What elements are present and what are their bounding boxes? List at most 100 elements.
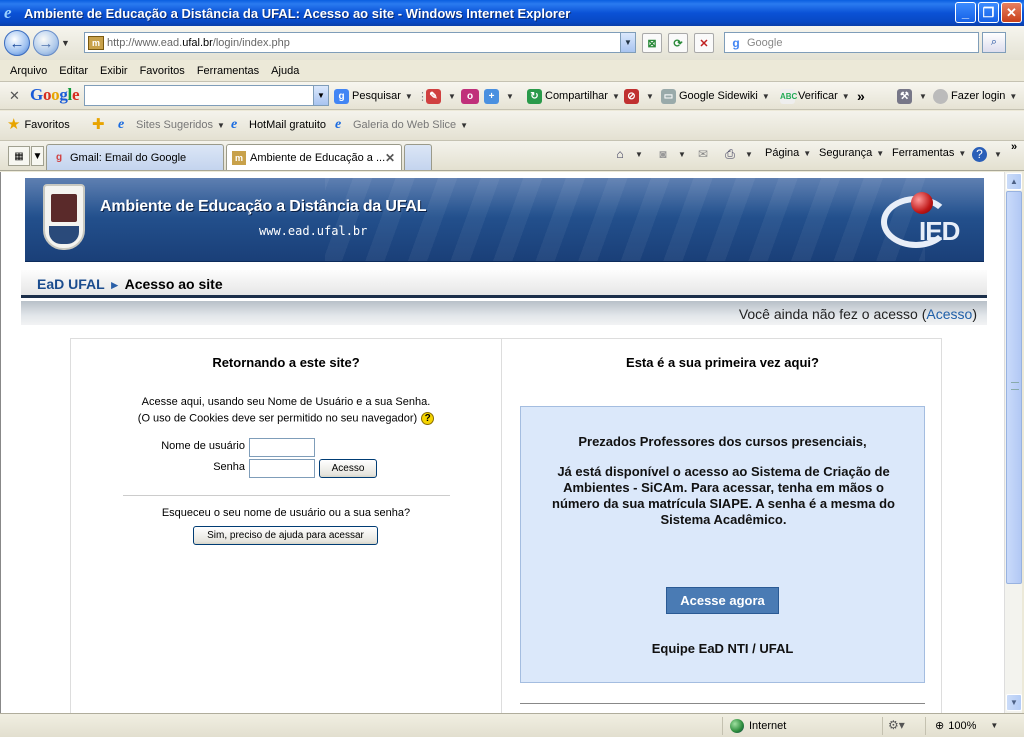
scroll-up-icon[interactable]: ▲ [1006,173,1022,190]
plus-icon: + [484,88,499,104]
internet-zone-icon [730,719,744,733]
breadcrumb-current: Acesso ao site [124,276,223,292]
close-toolbar-icon[interactable]: ✕ [9,88,20,104]
help-menu[interactable]: ? ▼ [972,147,1002,162]
ie-page-icon: e [118,117,125,132]
acesse-agora-button[interactable]: Acesse agora [666,587,779,614]
favorite-sites-sugeridos[interactable]: e Sites Sugeridos ▼ [118,118,225,132]
favorites-star-icon: ★ [7,116,21,133]
sidewiki-button[interactable]: ▭ Google Sidewiki ▼ [661,87,770,105]
favorites-button[interactable]: ★ Favoritos [7,116,70,133]
add-favorite-button[interactable]: ✚ [92,117,109,132]
command-overflow-button[interactable]: » [1011,141,1017,153]
scroll-down-icon[interactable]: ▼ [1006,694,1022,711]
menu-favoritos[interactable]: Favoritos [134,65,191,77]
menu-editar[interactable]: Editar [53,65,94,77]
menu-ajuda[interactable]: Ajuda [265,65,305,77]
search-input[interactable]: g Google [724,32,979,53]
returning-heading: Retornando a este site? [212,355,360,370]
user-icon [933,88,948,104]
tab-ambiente[interactable]: m Ambiente de Educação a ... ✕ [226,144,402,170]
google-favicon-icon: g [55,151,63,163]
google-search-dropdown-icon[interactable]: ▼ [313,86,328,105]
address-dropdown-icon[interactable]: ▼ [620,33,635,52]
maximize-button[interactable]: ❐ [978,2,999,23]
close-button[interactable]: ✕ [1001,2,1022,23]
search-go-button[interactable]: ⌕ [982,32,1006,53]
login-button[interactable]: Acesso [319,459,377,478]
quick-tabs-button[interactable]: ▦ [8,146,30,166]
menu-exibir[interactable]: Exibir [94,65,134,77]
scroll-thumb[interactable] [1006,191,1022,584]
sidewiki-icon: ▭ [661,88,676,104]
bookmark-button[interactable]: ✎ ▼ [426,87,456,105]
ferramentas-menu[interactable]: Ferramentas ▼ [892,147,966,159]
feeds-button[interactable]: ◙ ▼ [655,147,686,162]
zoom-control[interactable]: ⊕ 100% ▼ [935,719,998,733]
vertical-scrollbar[interactable]: ▲ ▼ [1004,172,1022,713]
share-icon: ↻ [527,88,542,104]
nav-bar: EaD UFAL ► Acesso ao site [21,270,987,298]
help-icon[interactable]: ? [421,412,435,425]
google-logo: Google [30,85,80,104]
cookies-note: (O uso de Cookies deve ser permitido no … [71,412,501,425]
eied-logo: IED [881,192,967,252]
forward-arrow-icon: → [38,34,54,52]
toolbar-settings-button[interactable]: ⚒ ▼ [897,87,927,105]
menu-arquivo[interactable]: Arquivo [4,65,53,77]
history-dropdown-icon[interactable]: ▼ [61,38,70,48]
google-search-provider-icon: g [732,35,740,50]
verificar-button[interactable]: ABC Verificar ▼ [780,87,850,105]
pagina-menu[interactable]: Página ▼ [765,147,811,159]
back-button[interactable]: ← [4,30,30,56]
orkut-icon: o [461,88,479,104]
forward-button[interactable]: → [33,30,59,56]
add-button[interactable]: + ▼ [484,87,514,105]
page-wrapper: Ambiente de Educação a Distância da UFAL… [21,172,987,713]
tab-list-button[interactable]: ▼ [31,146,44,166]
notice-signature: Equipe EaD NTI / UFAL [651,641,794,656]
breadcrumb-separator-icon: ► [108,278,121,292]
new-tab-button[interactable] [404,144,432,170]
favorite-hotmail[interactable]: e HotMail gratuito [231,118,326,132]
toolbar-overflow-button[interactable]: » [857,87,865,105]
zoom-icon: ⊕ [935,720,945,732]
search-icon: ⌕ [990,36,998,48]
fazer-login-button[interactable]: Fazer login ▼ [933,87,1017,105]
address-field[interactable]: m http://www.ead.ufal.br/login/index.php… [84,32,636,53]
page-content: Ambiente de Educação a Distância da UFAL… [0,172,1004,713]
forgot-help-button[interactable]: Sim, preciso de ajuda para acessar [193,526,378,545]
returning-user-panel: Retornando a este site? Acesse aqui, usa… [71,339,501,713]
mail-button[interactable]: ✉ [695,147,714,162]
protected-mode-icon[interactable]: ⚙▾ [888,718,905,732]
stop-icon[interactable]: ✕ [694,33,714,53]
wrench-icon: ⚒ [897,88,912,104]
google-toolbar-search-input[interactable]: ▼ [84,85,329,106]
refresh-icon[interactable]: ⟳ [668,33,688,53]
seguranca-menu[interactable]: Segurança ▼ [819,147,884,159]
password-field[interactable] [249,459,315,478]
popup-blocker-icon: ⊘ [624,88,639,104]
breadcrumb-home-link[interactable]: EaD UFAL [37,276,105,292]
menu-ferramentas[interactable]: Ferramentas [191,65,265,77]
login-info: Você ainda não fez o acesso (Acesso) [738,306,977,322]
breadcrumb: EaD UFAL ► Acesso ao site [37,276,223,292]
compartilhar-button[interactable]: ↻ Compartilhar ▼ [527,87,620,105]
site-banner: Ambiente de Educação a Distância da UFAL… [25,178,984,262]
print-button[interactable]: ⎙ ▼ [722,147,753,162]
notice-body: Já está disponível o acesso ao Sistema d… [552,464,895,527]
tab-gmail[interactable]: g Gmail: Email do Google [46,144,224,170]
compatibility-view-icon[interactable]: ⊠ [642,33,662,53]
minimize-button[interactable]: _ [955,2,976,23]
username-field[interactable] [249,438,315,457]
popup-blocker-button[interactable]: ⊘ ▼ [624,87,654,105]
status-bar: Internet ⚙▾ ⊕ 100% ▼ [0,713,1024,737]
tab-close-icon[interactable]: ✕ [385,151,395,165]
orkut-button[interactable]: o [461,87,482,105]
ie-page-icon: e [231,117,238,132]
home-button[interactable]: ⌂ ▼ [612,147,643,162]
login-link[interactable]: Acesso [926,306,972,322]
pesquisar-button[interactable]: g Pesquisar ▼ [334,87,413,105]
favorite-galeria-web-slice[interactable]: e Galeria do Web Slice ▼ [335,118,468,132]
favorites-bar: ★ Favoritos ✚ e Sites Sugeridos ▼ e HotMail … [0,111,1024,141]
